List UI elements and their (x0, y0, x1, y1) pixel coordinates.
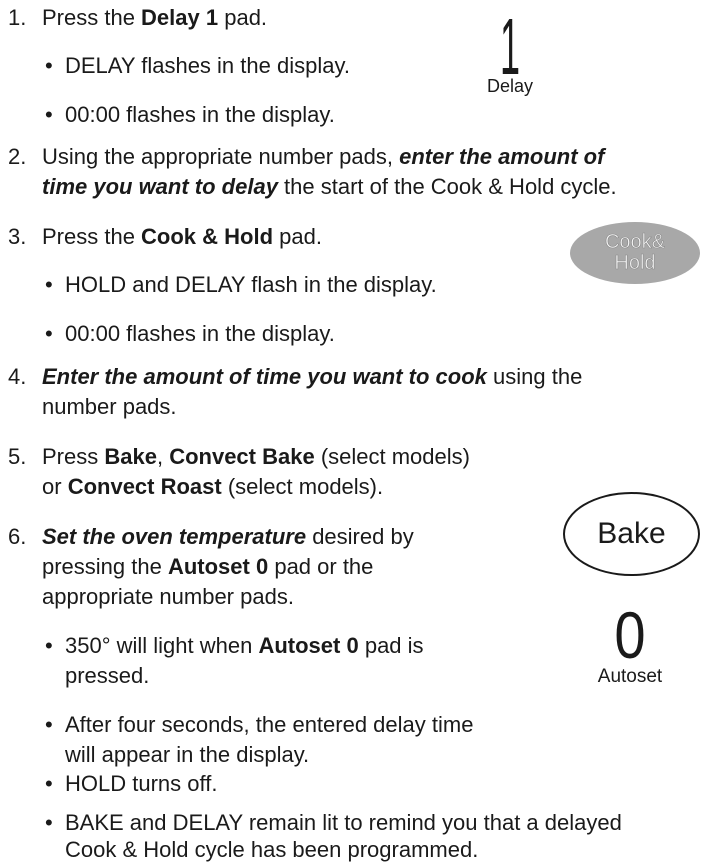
step-text: Press (42, 444, 105, 469)
autoset-pad-label: Autoset (597, 666, 663, 687)
cook-hold-pad: Cook& Hold (570, 222, 700, 284)
bullet: • (45, 810, 53, 835)
pad-name: Autoset 0 (258, 633, 359, 658)
step-text: Press the (42, 5, 142, 30)
bullet-text: Cook & Hold cycle has been programmed. (65, 837, 479, 862)
bullet: • (45, 633, 53, 658)
cook-hold-pad-label-2: Hold (614, 252, 656, 274)
pad-name: Cook & Hold (141, 224, 274, 249)
step-text: pad. (273, 224, 322, 249)
step-text: using the (486, 364, 583, 389)
step-text: , (156, 444, 170, 469)
bullet-text: HOLD turns off. (65, 771, 218, 796)
bullet-text: HOLD and DELAY flash in the display. (65, 272, 437, 297)
bullet-text: After four seconds, the entered delay ti… (65, 712, 474, 737)
pad-name: Autoset 0 (167, 554, 269, 579)
bullet: • (45, 272, 53, 297)
step-text: Using the appropriate number pads, (42, 144, 400, 169)
step-number: 6. (8, 524, 27, 549)
bake-pad: Bake (563, 492, 700, 576)
pad-name: Bake (104, 444, 157, 469)
bake-pad-label: Bake (597, 517, 666, 550)
emphasis-text: enter the amount of (399, 144, 605, 169)
step-text: pressing the (42, 554, 168, 579)
bullet-text: pressed. (65, 663, 150, 688)
emphasis-text: Set the oven temperature (42, 524, 307, 549)
bullet-text: 00:00 flashes in the display. (65, 102, 335, 127)
pad-name: Convect Bake (169, 444, 315, 469)
bullet: • (45, 771, 53, 796)
bullet: • (45, 321, 53, 346)
step-text: (select models). (221, 474, 384, 499)
bullet: • (45, 712, 53, 737)
bullet: • (45, 53, 53, 78)
bullet-text: DELAY flashes in the display. (65, 53, 350, 78)
step-text: pad. (218, 5, 268, 30)
bullet-text: BAKE and DELAY remain lit to remind you … (65, 810, 622, 835)
step-text: Press the (42, 224, 142, 249)
pad-name: Delay 1 (141, 5, 219, 30)
bullet-text: 00:00 flashes in the display. (65, 321, 335, 346)
step-text: (select models) (314, 444, 470, 469)
step-text: desired by (306, 524, 414, 549)
step-number: 1. (8, 5, 27, 30)
step-text: number pads. (42, 394, 177, 419)
delay-pad-label: Delay (486, 76, 534, 96)
emphasis-text: time you want to delay (42, 174, 278, 199)
bullet-text: 350° will light when (65, 633, 259, 658)
pad-name: Convect Roast (67, 474, 222, 499)
step-text: appropriate number pads. (42, 584, 294, 609)
emphasis-text: Enter the amount of time you want to coo… (42, 364, 487, 389)
delay-pad-digit: 1 (499, 2, 521, 91)
bullet-text: pad is (358, 633, 424, 658)
bullet-text: will appear in the display. (65, 742, 310, 767)
step-number: 3. (8, 224, 27, 249)
autoset-pad-digit: 0 (614, 598, 646, 672)
step-text: pad or the (268, 554, 374, 579)
step-number: 5. (8, 444, 27, 469)
cook-hold-pad-label-1: Cook& (604, 231, 666, 253)
step-text: or (42, 474, 68, 499)
step-number: 2. (8, 144, 27, 169)
step-text: the start of the Cook & Hold cycle. (277, 174, 617, 199)
step-number: 4. (8, 364, 27, 389)
bullet: • (45, 102, 53, 127)
